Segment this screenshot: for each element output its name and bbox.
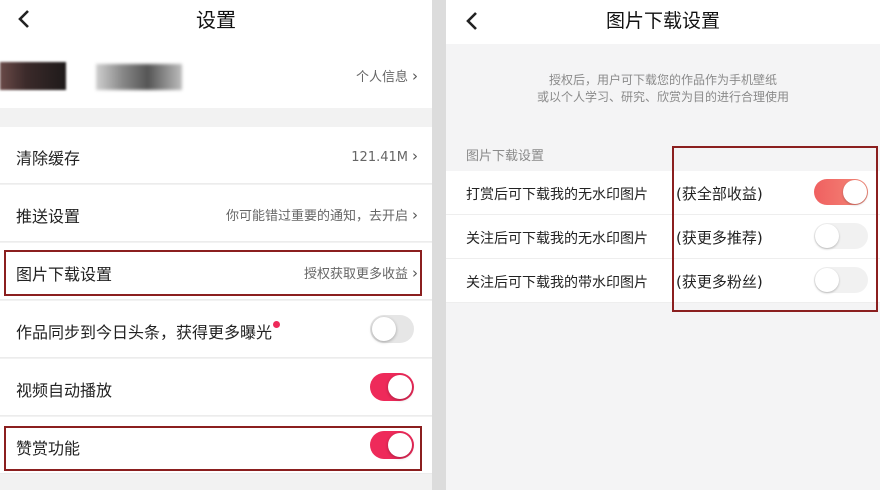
push-hint: 你可能错过重要的通知，去开启 (225, 209, 408, 224)
toggle-knob (388, 375, 412, 399)
username-blurred (96, 64, 182, 90)
chevron-right-icon: › (412, 147, 418, 165)
autoplay-toggle[interactable] (370, 373, 414, 401)
clear-cache-row[interactable]: 清除缓存 121.41M › (0, 127, 432, 184)
highlight-box (672, 146, 878, 312)
highlight-box (4, 426, 422, 471)
chevron-right-icon: › (412, 206, 418, 224)
toggle-knob (372, 317, 396, 341)
settings-screen: 设置 个人信息 › 清除缓存 121.41M › 推送设置 你可能错过重要的通知，去… (0, 0, 432, 490)
description: 授权后，用户可下载您的作品作为手机壁纸 或以个人学习、研究、欣赏为目的进行合理使… (536, 73, 789, 104)
highlight-box (4, 250, 422, 296)
section-header: 图片下载设置 (466, 149, 545, 164)
page-title: 图片下载设置 (605, 10, 720, 32)
new-dot-badge (273, 321, 281, 328)
sync-toutiao-row: 作品同步到今日头条，获得更多曝光 (0, 301, 432, 358)
sync-toutiao-toggle[interactable] (370, 315, 414, 343)
cache-size: 121.41M (351, 150, 408, 165)
image-download-settings-screen: 图片下载设置 授权后，用户可下载您的作品作为手机壁纸 或以个人学习、研究、欣赏为… (446, 0, 880, 490)
panel-divider (432, 0, 446, 490)
page-title: 设置 (196, 8, 236, 32)
avatar (0, 62, 66, 90)
chevron-right-icon: › (412, 67, 418, 85)
profile-info-link[interactable]: 个人信息 › (356, 66, 418, 85)
nav-bar: 图片下载设置 (446, 0, 880, 44)
profile-row[interactable]: 个人信息 › (0, 44, 432, 108)
autoplay-row: 视频自动播放 (0, 359, 432, 416)
push-settings-row[interactable]: 推送设置 你可能错过重要的通知，去开启 › (0, 185, 432, 242)
nav-bar: 设置 (0, 0, 432, 44)
